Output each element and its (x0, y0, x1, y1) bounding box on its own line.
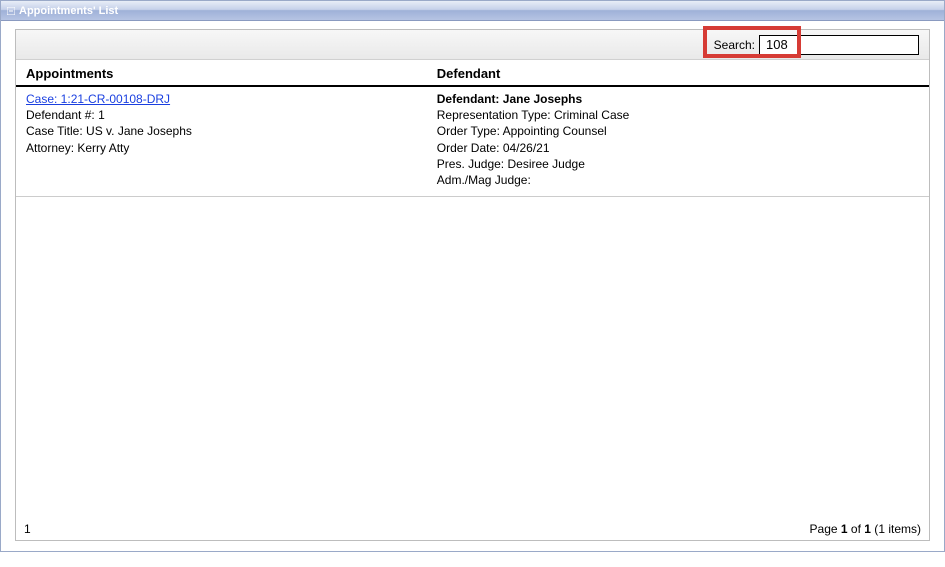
panel-titlebar: Appointments' List (1, 1, 944, 21)
defendant-num-line: Defendant #: 1 (26, 107, 437, 123)
toolbar: Search: (16, 30, 929, 60)
column-appointments: Appointments (26, 66, 113, 81)
list-item: Case: 1:21-CR-00108-DRJ Defendant #: 1 C… (16, 87, 929, 197)
appointments-panel: Appointments' List Search: Appointments (0, 0, 945, 552)
case-link[interactable]: Case: 1:21-CR-00108-DRJ (26, 92, 170, 106)
case-title-line: Case Title: US v. Jane Josephs (26, 123, 437, 139)
panel-footer: 1 Page 1 of 1 (1 items) (16, 518, 929, 540)
footer-left-page: 1 (24, 522, 31, 536)
appointment-cell: Case: 1:21-CR-00108-DRJ Defendant #: 1 C… (26, 91, 437, 188)
pager-info: Page 1 of 1 (1 items) (810, 522, 921, 536)
defendant-name-line: Defendant: Jane Josephs (437, 91, 919, 107)
adm-judge-line: Adm./Mag Judge: (437, 172, 919, 188)
list-header: Appointments Defendant (16, 60, 929, 87)
defendant-cell: Defendant: Jane Josephs Representation T… (437, 91, 919, 188)
order-type-line: Order Type: Appointing Counsel (437, 123, 919, 139)
collapse-icon[interactable] (7, 7, 15, 15)
search-input[interactable] (759, 35, 919, 55)
search-label: Search: (714, 38, 755, 52)
panel-inner: Search: Appointments Defendant Case: 1:2… (15, 29, 930, 541)
pres-judge-line: Pres. Judge: Desiree Judge (437, 156, 919, 172)
column-defendant: Defendant (437, 66, 501, 81)
panel-title: Appointments' List (19, 5, 118, 17)
order-date-line: Order Date: 04/26/21 (437, 140, 919, 156)
list-body: Case: 1:21-CR-00108-DRJ Defendant #: 1 C… (16, 87, 929, 518)
attorney-line: Attorney: Kerry Atty (26, 140, 437, 156)
rep-type-line: Representation Type: Criminal Case (437, 107, 919, 123)
search-wrap: Search: (714, 35, 919, 55)
